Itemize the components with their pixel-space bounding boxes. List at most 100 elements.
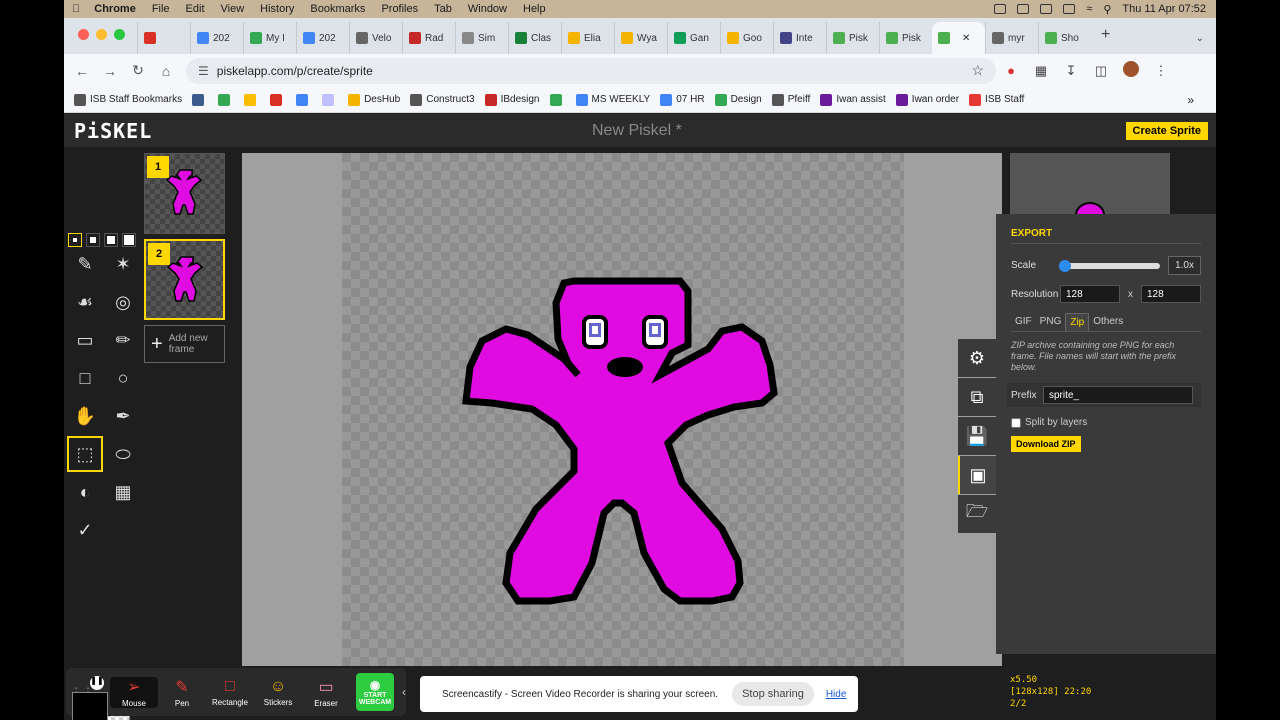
color-picker-tool-icon[interactable]: ✓ (66, 511, 104, 549)
rectangle-tool-icon[interactable]: □ (66, 359, 104, 397)
scale-slider-knob[interactable] (1058, 259, 1071, 272)
browser-tab[interactable]: 202 (190, 22, 243, 54)
scale-slider[interactable] (1058, 259, 1161, 272)
new-tab-button[interactable]: + (1101, 26, 1110, 44)
zoom-window-button[interactable] (114, 29, 125, 40)
open-folder-icon[interactable]: 🗁 (958, 495, 996, 533)
bookmark-item[interactable] (549, 93, 566, 106)
browser-tab[interactable]: Velo (349, 22, 402, 54)
browser-tab[interactable]: myr (985, 22, 1038, 54)
bookmark-item[interactable]: Construct3 (410, 93, 475, 106)
resolution-width-input[interactable] (1060, 285, 1120, 303)
browser-tab[interactable]: Gan (667, 22, 720, 54)
bookmark-item[interactable]: Iwan assist (820, 93, 886, 106)
battery-icon[interactable] (1063, 4, 1076, 14)
pause-icon[interactable]: ❚❚ (90, 676, 104, 690)
extensions-puzzle-icon[interactable]: ▦ (1026, 63, 1056, 79)
shape-selection-tool-icon[interactable]: ✒ (104, 397, 142, 435)
bookmark-item[interactable]: DesHub (348, 93, 400, 106)
menu-view[interactable]: View (221, 3, 245, 15)
tab-zip[interactable]: Zip (1065, 313, 1090, 331)
apple-icon[interactable]:  (72, 3, 80, 15)
collapse-chevron-icon[interactable]: ‹ (402, 685, 406, 699)
status-icon[interactable] (1040, 4, 1053, 14)
animation-preview[interactable] (1010, 153, 1170, 215)
mirror-pen-tool-icon[interactable]: ✶ (104, 245, 142, 283)
home-button[interactable]: ⌂ (152, 63, 180, 79)
menubar-clock[interactable]: Thu 11 Apr 07:52 (1122, 3, 1206, 15)
search-icon[interactable]: ⚲ (1103, 3, 1111, 16)
browser-tab[interactable]: Inte (773, 22, 826, 54)
bookmark-item[interactable] (192, 93, 208, 106)
status-icon[interactable] (994, 4, 1007, 14)
menu-history[interactable]: History (260, 3, 294, 15)
export-image-icon[interactable]: ▣ (958, 456, 996, 494)
rectangle-annotation-tool[interactable]: □ Rectangle (206, 678, 254, 707)
frame-thumbnail-selected[interactable]: 2 (144, 239, 225, 320)
sidepanel-icon[interactable]: ◫ (1086, 63, 1116, 79)
menu-window[interactable]: Window (468, 3, 507, 15)
minimize-window-button[interactable] (96, 29, 107, 40)
menu-edit[interactable]: Edit (186, 3, 205, 15)
bookmark-item[interactable] (296, 93, 312, 106)
address-bar[interactable]: ☰ piskelapp.com/p/create/sprite ☆ (186, 57, 996, 84)
rectangle-selection-tool-icon[interactable]: ⬚ (66, 435, 104, 473)
site-info-icon[interactable]: ☰ (198, 64, 209, 78)
bookmark-item[interactable]: Pfeiff (771, 93, 810, 106)
resolution-height-input[interactable] (1141, 285, 1201, 303)
menu-help[interactable]: Help (523, 3, 546, 15)
menu-profiles[interactable]: Profiles (381, 3, 418, 15)
lasso-selection-tool-icon[interactable]: ⬭ (104, 435, 142, 473)
browser-tab[interactable]: My I (243, 22, 296, 54)
browser-tab[interactable]: Rad (402, 22, 455, 54)
paint-same-color-tool-icon[interactable]: ◎ (104, 283, 142, 321)
eraser-tool-icon[interactable]: ▭ (66, 321, 104, 359)
drawing-canvas[interactable] (342, 153, 904, 666)
back-button[interactable]: ← (68, 63, 96, 79)
close-tab-icon[interactable]: ✕ (962, 33, 970, 44)
browser-tab[interactable] (137, 22, 190, 54)
bookmarks-overflow-icon[interactable]: » (1187, 93, 1194, 107)
download-icon[interactable]: ↧ (1056, 63, 1086, 79)
download-zip-button[interactable]: Download ZIP (1011, 436, 1081, 452)
status-icon[interactable] (1017, 4, 1030, 14)
pen-annotation-tool[interactable]: ✎ Pen (158, 677, 206, 708)
tab-others[interactable]: Others (1089, 313, 1127, 331)
browser-tab[interactable]: Sim (455, 22, 508, 54)
tab-search-button[interactable]: ⌄ (1196, 33, 1204, 44)
start-webcam-button[interactable]: ◉ START WEBCAM (356, 673, 394, 711)
mouse-tool[interactable]: ➢ Mouse (110, 676, 158, 708)
bookmark-item[interactable] (218, 93, 234, 106)
hide-link[interactable]: Hide (826, 689, 847, 700)
paint-bucket-tool-icon[interactable]: ☙ (66, 283, 104, 321)
menu-tab[interactable]: Tab (434, 3, 452, 15)
frame-thumbnail[interactable]: 1 (144, 153, 225, 234)
eraser-annotation-tool[interactable]: ▭ Eraser (302, 677, 350, 708)
add-new-frame-button[interactable]: + Add new frame (144, 325, 225, 363)
browser-tab[interactable]: Elia (561, 22, 614, 54)
move-hand-tool-icon[interactable]: ✋ (66, 397, 104, 435)
dithering-tool-icon[interactable]: ▦ (104, 473, 142, 511)
browser-tab[interactable]: Goo (720, 22, 773, 54)
menu-bookmarks[interactable]: Bookmarks (310, 3, 365, 15)
bookmark-item[interactable]: IBdesign (484, 93, 540, 106)
bookmark-item[interactable]: 07 HR (660, 93, 705, 106)
split-layers-checkbox[interactable] (1011, 417, 1021, 428)
piskel-logo[interactable]: PiSKEL (74, 119, 152, 143)
resize-icon[interactable]: ⧉ (958, 378, 996, 416)
prefix-input[interactable] (1043, 386, 1193, 404)
bookmark-item[interactable]: Iwan order (895, 93, 959, 106)
browser-tab[interactable]: Pisk (879, 22, 932, 54)
reload-button[interactable]: ↻ (124, 62, 152, 79)
primary-color-swatch[interactable] (72, 692, 108, 720)
browser-tab[interactable]: Pisk (826, 22, 879, 54)
pen-tool-icon[interactable]: ✎ (66, 245, 104, 283)
profile-avatar[interactable] (1116, 61, 1146, 80)
stroke-tool-icon[interactable]: ✏ (104, 321, 142, 359)
tab-gif[interactable]: GIF (1011, 313, 1036, 331)
create-sprite-button[interactable]: Create Sprite (1125, 122, 1208, 140)
browser-tab[interactable]: 202 (296, 22, 349, 54)
menu-app-name[interactable]: Chrome (94, 3, 136, 15)
forward-button[interactable]: → (96, 63, 124, 79)
circle-tool-icon[interactable]: ○ (104, 359, 142, 397)
